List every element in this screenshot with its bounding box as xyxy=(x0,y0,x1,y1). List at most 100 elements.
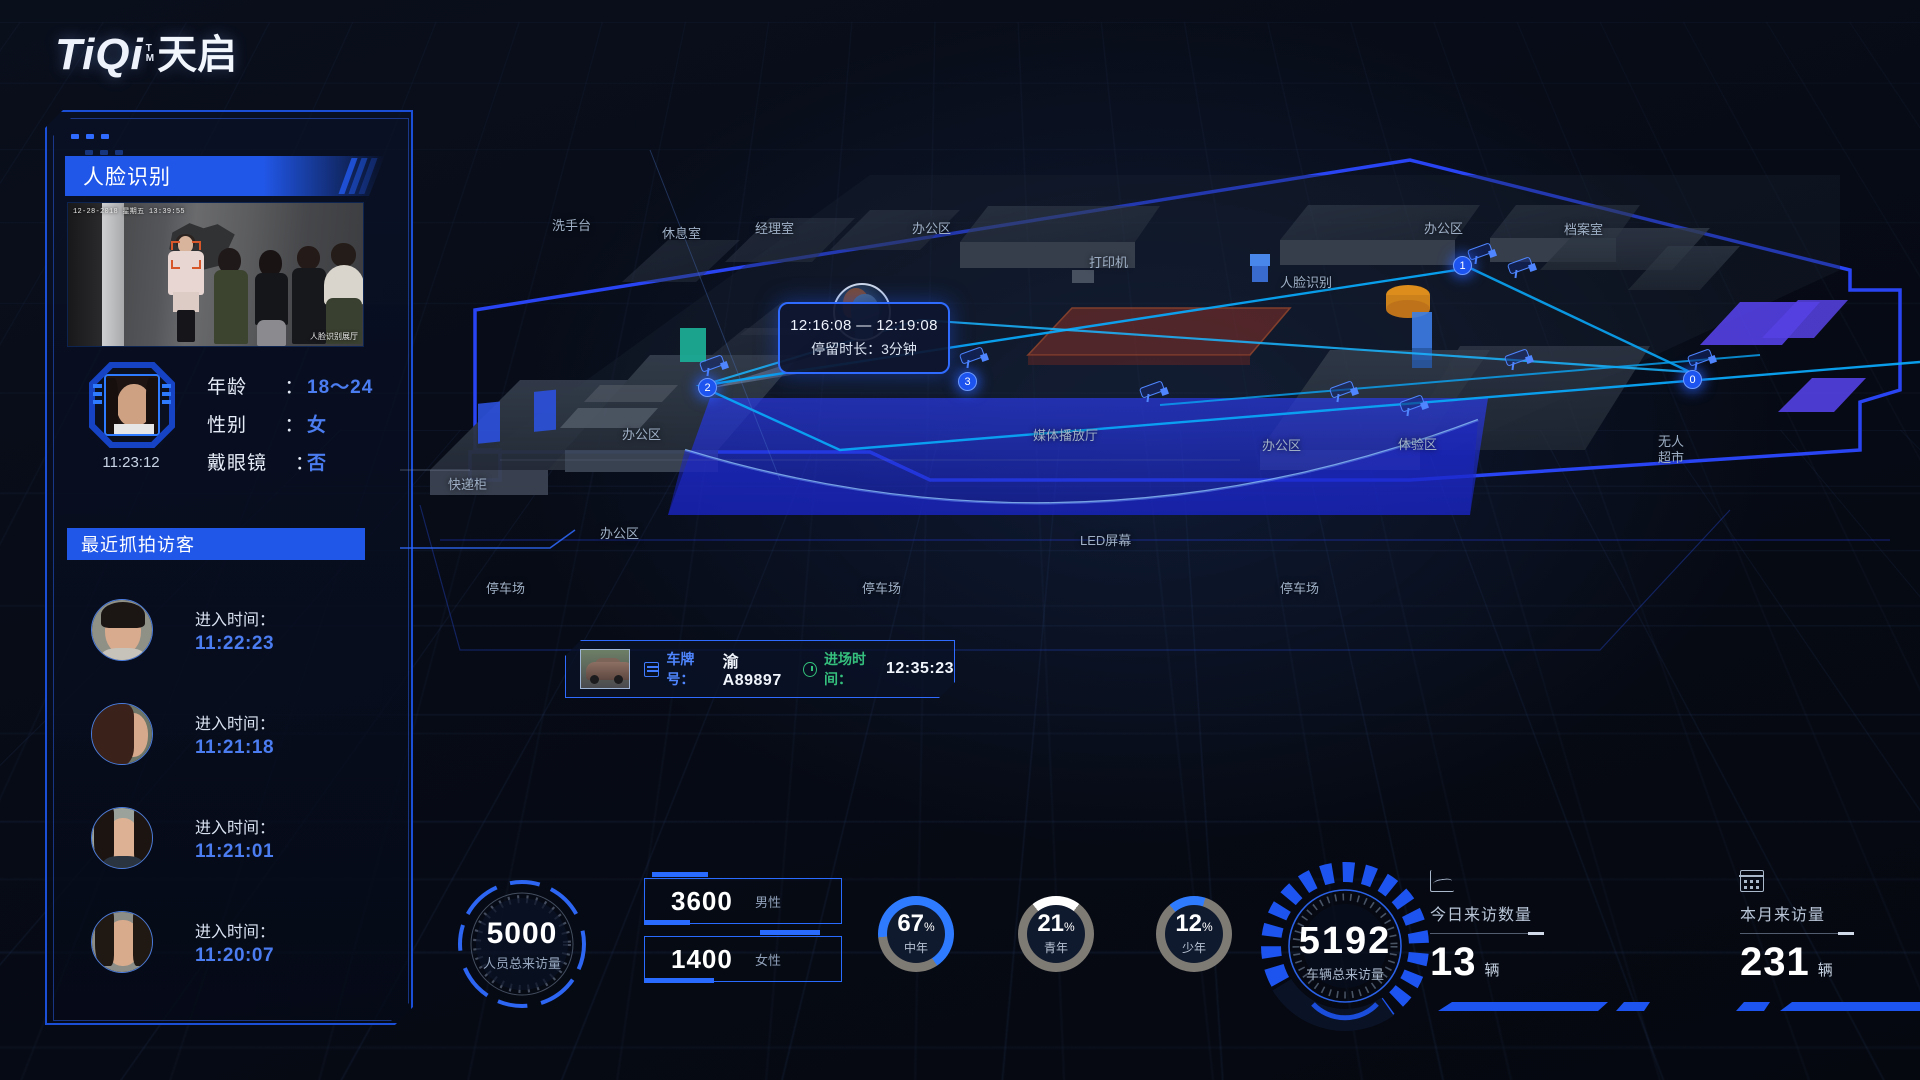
today-visits-unit: 辆 xyxy=(1484,962,1500,979)
month-visits-value-row: 231 辆 xyxy=(1740,940,1850,985)
age-donut-middle-center: 67% 中年 xyxy=(887,905,945,963)
tooltip-time-range: 12:16:08 — 12:19:08 xyxy=(790,317,938,334)
list-item[interactable]: 进入时间： 11:21:18 xyxy=(67,682,377,786)
camera-badge-3[interactable]: 3 xyxy=(958,372,977,391)
female-value: 1400 xyxy=(671,943,733,974)
attribute-value-glasses: 否 xyxy=(307,452,328,474)
age-middle-label: 中年 xyxy=(903,941,928,955)
capture-timestamp: 11:23:12 xyxy=(102,454,160,471)
today-visits-caption: 今日来访数量 xyxy=(1430,907,1533,924)
camera-badge-1[interactable]: 1 xyxy=(1453,256,1472,275)
age-donut-juvenile-center: 12% 少年 xyxy=(1165,905,1223,963)
age-donut-youth-center: 21% 青年 xyxy=(1027,905,1085,963)
vehicle-info-bar[interactable]: 车牌号： 渝A89897 进场时间： 12:35:23 xyxy=(565,640,955,698)
camera-icon-extra-5[interactable] xyxy=(1506,256,1538,279)
video-timestamp: 12-28-2018 星期五 13:39:55 xyxy=(73,208,185,216)
live-video-feed[interactable]: 12-28-2018 星期五 13:39:55 人脸识别展厅 xyxy=(67,202,364,347)
list-item[interactable]: 进入时间： 11:20:07 xyxy=(67,890,377,994)
floor-plan-svg xyxy=(400,150,1920,651)
camera-icon-extra-3[interactable] xyxy=(1398,394,1430,417)
age-youth-pct: 21% xyxy=(1037,910,1075,937)
camera-icon-0[interactable] xyxy=(1686,348,1718,371)
title-chevron-icon xyxy=(338,158,378,194)
people-gauge-center: 5000 人员总来访量 xyxy=(476,898,568,990)
camera-icon-2[interactable] xyxy=(698,354,730,377)
attribute-label-gender: 性别 xyxy=(207,414,248,436)
female-caption: 女性 xyxy=(755,952,782,968)
brand-logo: TiQi T M 天启 xyxy=(55,22,237,80)
plate-field: 车牌号： 渝A89897 xyxy=(644,648,789,690)
deco-bar-right xyxy=(1780,1002,1920,1011)
face-detection-box xyxy=(171,241,201,269)
calendar-icon xyxy=(1739,870,1764,892)
month-visits-unit: 辆 xyxy=(1817,962,1833,979)
month-visits-value: 231 xyxy=(1740,940,1810,984)
age-youth-label: 青年 xyxy=(1043,941,1068,955)
age-donut-youth: 21% 青年 xyxy=(1018,896,1094,972)
brand-name-cn: 天启 xyxy=(157,33,238,77)
male-value: 3600 xyxy=(671,885,733,916)
deco-bar-right-2 xyxy=(1736,1002,1770,1011)
face-frame-ticks-right xyxy=(162,384,171,404)
visitor-time-value: 11:20:07 xyxy=(195,944,275,966)
entry-time-field: 进场时间： 12:35:23 xyxy=(803,649,954,689)
visitor-meta: 进入时间： 11:21:01 xyxy=(195,814,275,863)
dashboard-root: TiQi T M 天启 人脸识别 12-28-2018 星期五 13:39:55… xyxy=(0,0,1920,1080)
captured-face-image xyxy=(104,374,160,436)
age-donut-middle: 67% 中年 xyxy=(878,896,954,972)
video-door xyxy=(68,203,102,346)
video-person-3 xyxy=(254,250,290,346)
age-donut-juvenile: 12% 少年 xyxy=(1156,896,1232,972)
today-visits-divider xyxy=(1430,932,1544,935)
camera-icon-extra-4[interactable] xyxy=(1503,348,1535,371)
people-total-value: 5000 xyxy=(486,916,558,950)
tooltip-dwell-time: 停留时长：3分钟 xyxy=(811,341,917,357)
camera-icon-1[interactable] xyxy=(1466,242,1498,265)
today-visits-value-row: 13 辆 xyxy=(1430,940,1540,985)
visitor-time-value: 11:21:01 xyxy=(195,840,275,862)
attribute-list: 年龄 ： 18～24 性别 ： 女 戴眼镜 ： 否 xyxy=(207,366,373,480)
plate-value: 渝A89897 xyxy=(722,654,782,689)
camera-icon-3[interactable] xyxy=(958,346,990,369)
attribute-colon-age: ： xyxy=(284,376,304,398)
visitor-time-label: 进入时间： xyxy=(195,819,276,837)
attribute-row-age: 年龄 ： 18～24 xyxy=(207,366,373,404)
list-item[interactable]: 进入时间： 11:21:01 xyxy=(67,786,377,890)
attribute-colon-gender: ： xyxy=(284,414,304,436)
visitors-title: 最近抓拍访客 xyxy=(81,535,195,555)
attribute-colon-glasses: ： xyxy=(295,452,315,474)
male-stat-box: 3600 男性 xyxy=(644,878,842,924)
captured-face-frame[interactable] xyxy=(89,362,175,448)
age-middle-pct: 67% xyxy=(897,910,935,937)
panel-dots-secondary xyxy=(85,150,123,155)
brand-mark: TiQi xyxy=(55,30,144,79)
camera-icon-extra-1[interactable] xyxy=(1138,380,1170,403)
today-visits-value: 13 xyxy=(1430,940,1477,984)
attribute-value-gender: 女 xyxy=(307,414,328,436)
attribute-label-age: 年龄 xyxy=(207,376,248,398)
camera-icon-extra-2[interactable] xyxy=(1328,380,1360,403)
trademark-icon: T M xyxy=(146,44,154,64)
camera-badge-2[interactable]: 2 xyxy=(698,378,717,397)
vehicle-total-gauge: 5192 车辆总来访量 xyxy=(1255,856,1435,1036)
male-caption: 男性 xyxy=(755,894,782,910)
list-item[interactable]: 进入时间： 11:22:23 xyxy=(67,578,377,682)
entry-time-value: 12:35:23 xyxy=(885,660,954,677)
plate-label: 车牌号： xyxy=(666,651,695,687)
today-visits-stat: 今日来访数量 13 辆 xyxy=(1430,870,1544,985)
camera-badge-0[interactable]: 0 xyxy=(1683,370,1702,389)
vehicle-total-caption: 车辆总来访量 xyxy=(1305,967,1384,982)
attribute-row-gender: 性别 ： 女 xyxy=(207,404,373,442)
age-juvenile-pct: 12% xyxy=(1175,910,1213,937)
bottom-statistics: 5000 人员总来访量 3600 男性 1400 女性 67% 中年 21% 青… xyxy=(420,850,1880,1050)
floor-plan-map[interactable]: 洗手台 休息室 经理室 办公区 打印机 人脸识别 办公区 档案室 快递柜 办公区… xyxy=(400,150,1920,690)
plate-icon xyxy=(644,662,659,677)
tm-bottom: M xyxy=(145,53,155,64)
age-middle-unit: % xyxy=(924,920,935,934)
visitor-meta: 进入时间： 11:21:18 xyxy=(195,710,275,759)
video-location: 人脸识别展厅 xyxy=(310,332,358,341)
panel-title: 人脸识别 xyxy=(83,166,171,189)
visitor-time-value: 11:21:18 xyxy=(195,736,275,758)
panel-title-bar: 人脸识别 xyxy=(65,156,385,196)
recent-visitor-list[interactable]: 进入时间： 11:22:23 进入时间： 11:21:18 进入时间： 11:2… xyxy=(67,578,377,994)
